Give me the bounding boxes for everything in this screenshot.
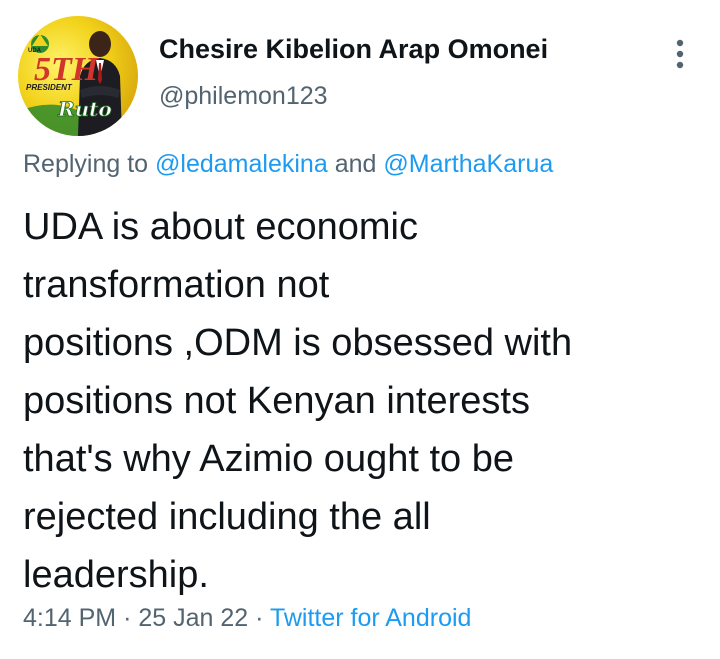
vertical-ellipsis-icon [676,39,684,69]
avatar[interactable]: 5TH PRESIDENT UDA Ruto [18,16,138,136]
meta-separator: · [255,604,264,632]
tweet-time[interactable]: 4:14 PM [23,604,116,632]
author-display-name[interactable]: Chesire Kibelion Arap Omonei [159,34,548,65]
reply-context: Replying to @ledamalekina and @MarthaKar… [23,150,553,179]
tweet-line: leadership. [23,554,209,596]
avatar-party: UDA [28,48,42,54]
author-handle[interactable]: @philemon123 [159,82,328,111]
mention-ledamalekina[interactable]: @ledamalekina [155,150,328,178]
more-options-button[interactable] [662,34,698,74]
tweet-line: positions not Kenyan interests [23,380,530,422]
mention-marthakarua[interactable]: @MarthaKarua [383,150,553,178]
tweet-line: UDA is about economic [23,206,418,248]
avatar-signature: Ruto [57,97,112,121]
meta-separator: · [123,604,132,632]
avatar-image: 5TH PRESIDENT UDA Ruto [18,16,138,136]
tweet-line: positions ,ODM is obsessed with [23,322,573,364]
reply-joiner: and [334,150,377,178]
tweet-meta: 4:14 PM · 25 Jan 22 · Twitter for Androi… [23,604,471,633]
avatar-title: PRESIDENT [26,83,73,92]
tweet-line: that's why Azimio ought to be [23,438,514,480]
tweet-date[interactable]: 25 Jan 22 [138,604,248,632]
reply-prefix: Replying to [23,150,149,178]
tweet-text: UDA is about economic transformation not… [23,198,693,604]
tweet-line: rejected including the all [23,496,431,538]
tweet-source-link[interactable]: Twitter for Android [270,604,471,632]
tweet-line: transformation not [23,264,330,306]
